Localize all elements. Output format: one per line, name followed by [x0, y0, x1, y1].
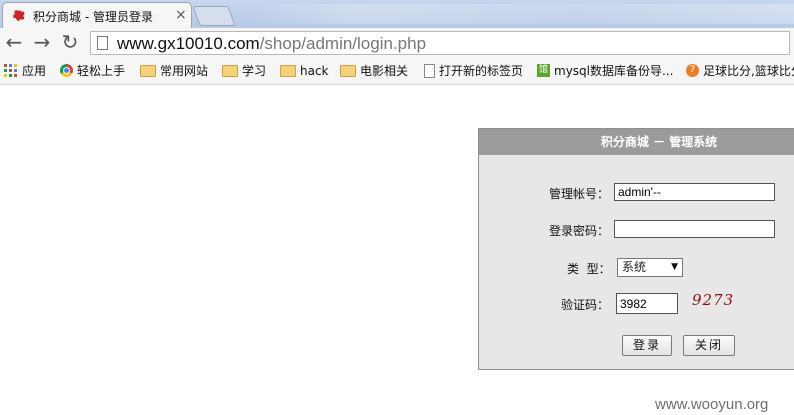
type-select[interactable]: 系统 ▼ — [617, 258, 683, 277]
bookmark-folder-hack[interactable]: hack — [280, 62, 329, 80]
bookmarks-bar: 应用 轻松上手 常用网站 学习 hack 电影相关 打开新的标签页 馆 mysql… — [0, 58, 794, 85]
bookmark-folder-study[interactable]: 学习 — [222, 62, 266, 80]
tab-title: 积分商城 - 管理员登录 — [33, 10, 153, 24]
green-app-icon: 馆 — [537, 64, 550, 77]
captcha-image[interactable]: 9273 — [692, 291, 734, 309]
reload-icon[interactable]: ↻ — [58, 30, 82, 54]
captcha-label: 验证码： — [561, 298, 610, 312]
folder-icon — [222, 64, 238, 77]
login-button[interactable]: 登录 — [622, 335, 672, 356]
bookmark-label: 足球比分,篮球比分 — [703, 64, 794, 78]
back-arrow-icon[interactable]: ← — [2, 30, 26, 54]
panel-title: 积分商城 － 管理系统 — [479, 129, 794, 155]
chrome-icon — [60, 64, 73, 77]
bookmark-getting-started[interactable]: 轻松上手 — [60, 62, 125, 80]
url-host: www.gx10010.com — [117, 34, 260, 53]
tab-active[interactable]: 积分商城 - 管理员登录 × — [2, 2, 192, 28]
folder-icon — [140, 64, 156, 77]
tab-strip: 积分商城 - 管理员登录 × — [0, 0, 794, 29]
folder-icon — [280, 64, 296, 77]
account-input[interactable] — [614, 183, 775, 201]
password-label: 登录密码： — [549, 224, 610, 238]
forward-arrow-icon[interactable]: → — [30, 30, 54, 54]
page-icon — [97, 36, 108, 50]
type-label: 类 型： — [567, 262, 611, 276]
tab-close-icon[interactable]: × — [175, 7, 187, 23]
orange-ball-icon: 7 — [686, 64, 699, 77]
bookmark-label: hack — [300, 64, 329, 78]
watermark: www.wooyun.org — [655, 396, 769, 413]
apps-grid-icon — [4, 63, 17, 77]
new-tab-button[interactable] — [192, 6, 236, 26]
bookmark-label: 应用 — [22, 64, 47, 78]
bookmark-label: mysql数据库备份导... — [554, 64, 674, 78]
folder-icon — [340, 64, 356, 77]
page-icon — [424, 63, 435, 78]
login-panel: 积分商城 － 管理系统 管理帐号： 登录密码： 类 型： 系统 ▼ 验证码： 9… — [478, 128, 794, 370]
bookmark-label: 轻松上手 — [77, 64, 126, 78]
bookmark-folder-common-sites[interactable]: 常用网站 — [140, 62, 208, 80]
bookmark-folder-movies[interactable]: 电影相关 — [340, 62, 408, 80]
bookmark-label: 学习 — [242, 64, 267, 78]
type-selected-value: 系统 — [622, 260, 647, 274]
browser-toolbar: ← → ↻ www.gx10010.com/shop/admin/login.p… — [0, 28, 794, 58]
url-path: /shop/admin/login.php — [259, 34, 427, 53]
background-tabs — [250, 4, 794, 24]
bookmark-label: 打开新的标签页 — [439, 64, 524, 78]
bookmark-football-scores[interactable]: 7 足球比分,篮球比分 — [686, 62, 794, 80]
bookmark-apps[interactable]: 应用 — [4, 62, 46, 80]
address-bar[interactable]: www.gx10010.com/shop/admin/login.php — [90, 31, 790, 55]
close-button[interactable]: 关闭 — [683, 335, 735, 356]
bookmark-label: 电影相关 — [360, 64, 409, 78]
bookmark-mysql-backup[interactable]: 馆 mysql数据库备份导... — [537, 62, 673, 80]
account-label: 管理帐号： — [549, 187, 610, 201]
url-text[interactable]: www.gx10010.com/shop/admin/login.php — [117, 33, 426, 55]
captcha-input[interactable] — [616, 293, 678, 314]
password-input[interactable] — [614, 220, 775, 238]
dropdown-arrow-icon: ▼ — [671, 262, 678, 272]
bookmark-new-tab-page[interactable]: 打开新的标签页 — [424, 62, 523, 80]
unicom-logo-icon — [13, 10, 25, 21]
bookmark-label: 常用网站 — [160, 64, 209, 78]
